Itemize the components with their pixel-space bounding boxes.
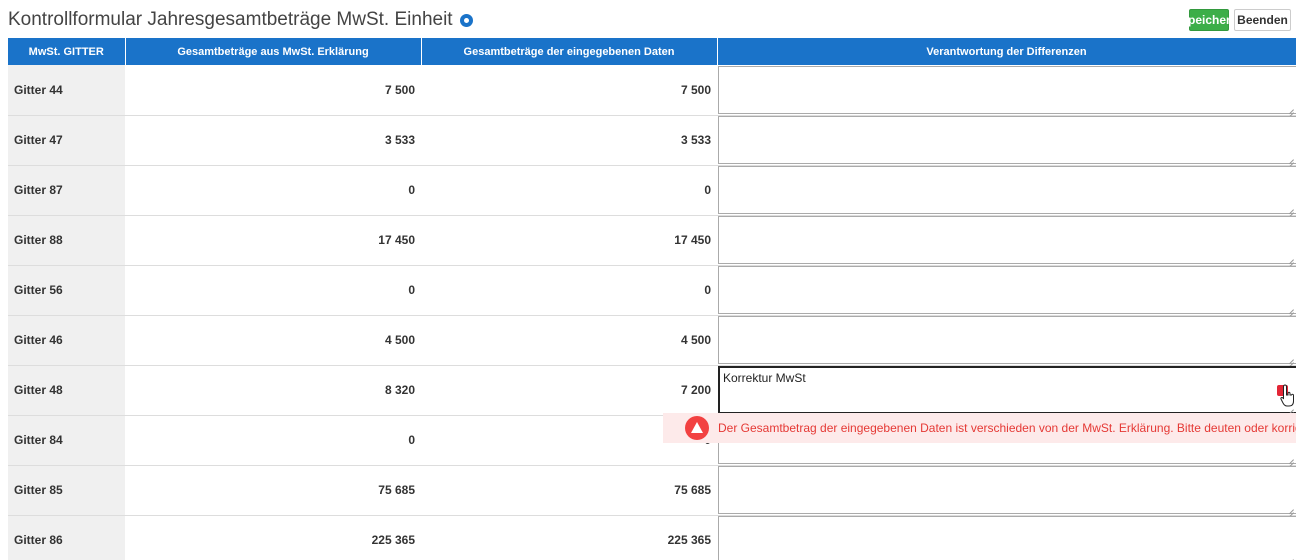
table-row: Gitter 44 7 500 7 500 [8, 65, 1296, 116]
entered-total-cell: 7 200 [421, 365, 717, 416]
grid-cell: Gitter 86 [8, 515, 125, 560]
entered-total-cell: 4 500 [421, 315, 717, 366]
table-row: Gitter 87 0 0 [8, 165, 1296, 216]
grid-cell: Gitter 84 [8, 415, 125, 466]
responsibility-cell [717, 515, 1296, 560]
resize-handle-icon[interactable] [1286, 455, 1294, 463]
responsibility-cell [717, 265, 1296, 316]
grid-cell: Gitter 47 [8, 115, 125, 166]
resize-handle-icon[interactable] [1286, 355, 1294, 363]
responsibility-textarea[interactable] [718, 65, 1296, 114]
declared-total-cell: 0 [125, 165, 421, 216]
grid-cell: Gitter 46 [8, 315, 125, 366]
responsibility-textarea-active[interactable]: Korrektur MwSt [718, 366, 1296, 414]
resize-handle-icon[interactable] [1286, 155, 1294, 163]
entered-total-cell: 17 450 [421, 215, 717, 266]
responsibility-cell [717, 215, 1296, 266]
resize-handle-icon[interactable] [1286, 205, 1294, 213]
save-button[interactable]: Speichern [1180, 9, 1238, 31]
responsibility-cell [717, 65, 1296, 116]
entered-total-cell: 225 365 [421, 515, 717, 560]
table-row: Gitter 46 4 500 4 500 [8, 315, 1296, 366]
entered-total-cell: 75 685 [421, 465, 717, 516]
grid-cell: Gitter 85 [8, 465, 125, 516]
table-header-row: MwSt. GITTER Gesamtbeträge aus MwSt. Erk… [8, 38, 1296, 65]
declared-total-cell: 7 500 [125, 65, 421, 116]
responsibility-textarea[interactable] [718, 216, 1296, 264]
grid-cell: Gitter 87 [8, 165, 125, 216]
error-message: Der Gesamtbetrag der eingegebenen Daten … [718, 421, 1296, 435]
column-header-responsibility: Verantwortung der Differenzen [717, 38, 1296, 65]
entered-total-cell: 0 [421, 165, 717, 216]
responsibility-cell [717, 465, 1296, 516]
responsibility-textarea[interactable] [718, 166, 1296, 214]
declared-total-cell: 17 450 [125, 215, 421, 266]
info-icon[interactable] [459, 13, 473, 27]
resize-handle-icon[interactable] [1286, 255, 1294, 263]
resize-handle-icon[interactable] [1286, 505, 1294, 513]
declared-total-cell: 75 685 [125, 465, 421, 516]
hand-cursor-icon [1280, 384, 1294, 407]
grid-cell: Gitter 48 [8, 365, 125, 416]
table-row: Gitter 88 17 450 17 450 [8, 215, 1296, 266]
page-title-text: Kontrollformular Jahresgesamtbeträge MwS… [8, 9, 453, 30]
entered-total-cell: 3 533 [421, 115, 717, 166]
declared-total-cell: 0 [125, 265, 421, 316]
responsibility-cell [717, 165, 1296, 216]
responsibility-textarea[interactable] [718, 516, 1296, 560]
table-row: Gitter 56 0 0 [8, 265, 1296, 316]
totals-table: MwSt. GITTER Gesamtbeträge aus MwSt. Erk… [8, 38, 1296, 560]
responsibility-textarea[interactable] [718, 316, 1296, 364]
declared-total-cell: 3 533 [125, 115, 421, 166]
resize-handle-icon[interactable] [1286, 305, 1294, 313]
declared-total-cell: 0 [125, 415, 421, 466]
responsibility-cell [717, 115, 1296, 166]
table-row: Gitter 86 225 365 225 365 [8, 515, 1296, 560]
grid-cell: Gitter 44 [8, 65, 125, 116]
entered-total-cell: 0 [421, 265, 717, 316]
end-button[interactable]: Beenden [1234, 9, 1291, 31]
declared-total-cell: 8 320 [125, 365, 421, 416]
table-row: Gitter 47 3 533 3 533 [8, 115, 1296, 166]
page-title: Kontrollformular Jahresgesamtbeträge MwS… [8, 9, 473, 31]
entered-total-cell: 7 500 [421, 65, 717, 116]
warning-icon [685, 416, 709, 440]
responsibility-cell [717, 315, 1296, 366]
column-header-declared: Gesamtbeträge aus MwSt. Erklärung [125, 38, 422, 65]
column-header-grid: MwSt. GITTER [8, 38, 126, 65]
page-header: Kontrollformular Jahresgesamtbeträge MwS… [0, 0, 1296, 38]
grid-cell: Gitter 56 [8, 265, 125, 316]
responsibility-cell: Korrektur MwSt [717, 365, 1296, 416]
table-row: Gitter 85 75 685 75 685 [8, 465, 1296, 516]
declared-total-cell: 225 365 [125, 515, 421, 560]
table-row: Gitter 48 8 320 7 200 Korrektur MwSt [8, 365, 1296, 416]
responsibility-textarea[interactable] [718, 266, 1296, 314]
declared-total-cell: 4 500 [125, 315, 421, 366]
responsibility-textarea[interactable] [718, 466, 1296, 514]
error-banner: Der Gesamtbetrag der eingegebenen Daten … [663, 413, 1296, 443]
resize-handle-icon[interactable] [1286, 105, 1294, 113]
column-header-entered: Gesamtbeträge der eingegebenen Daten [421, 38, 718, 65]
resize-handle-icon[interactable] [1286, 555, 1294, 560]
grid-cell: Gitter 88 [8, 215, 125, 266]
responsibility-textarea[interactable] [718, 116, 1296, 164]
